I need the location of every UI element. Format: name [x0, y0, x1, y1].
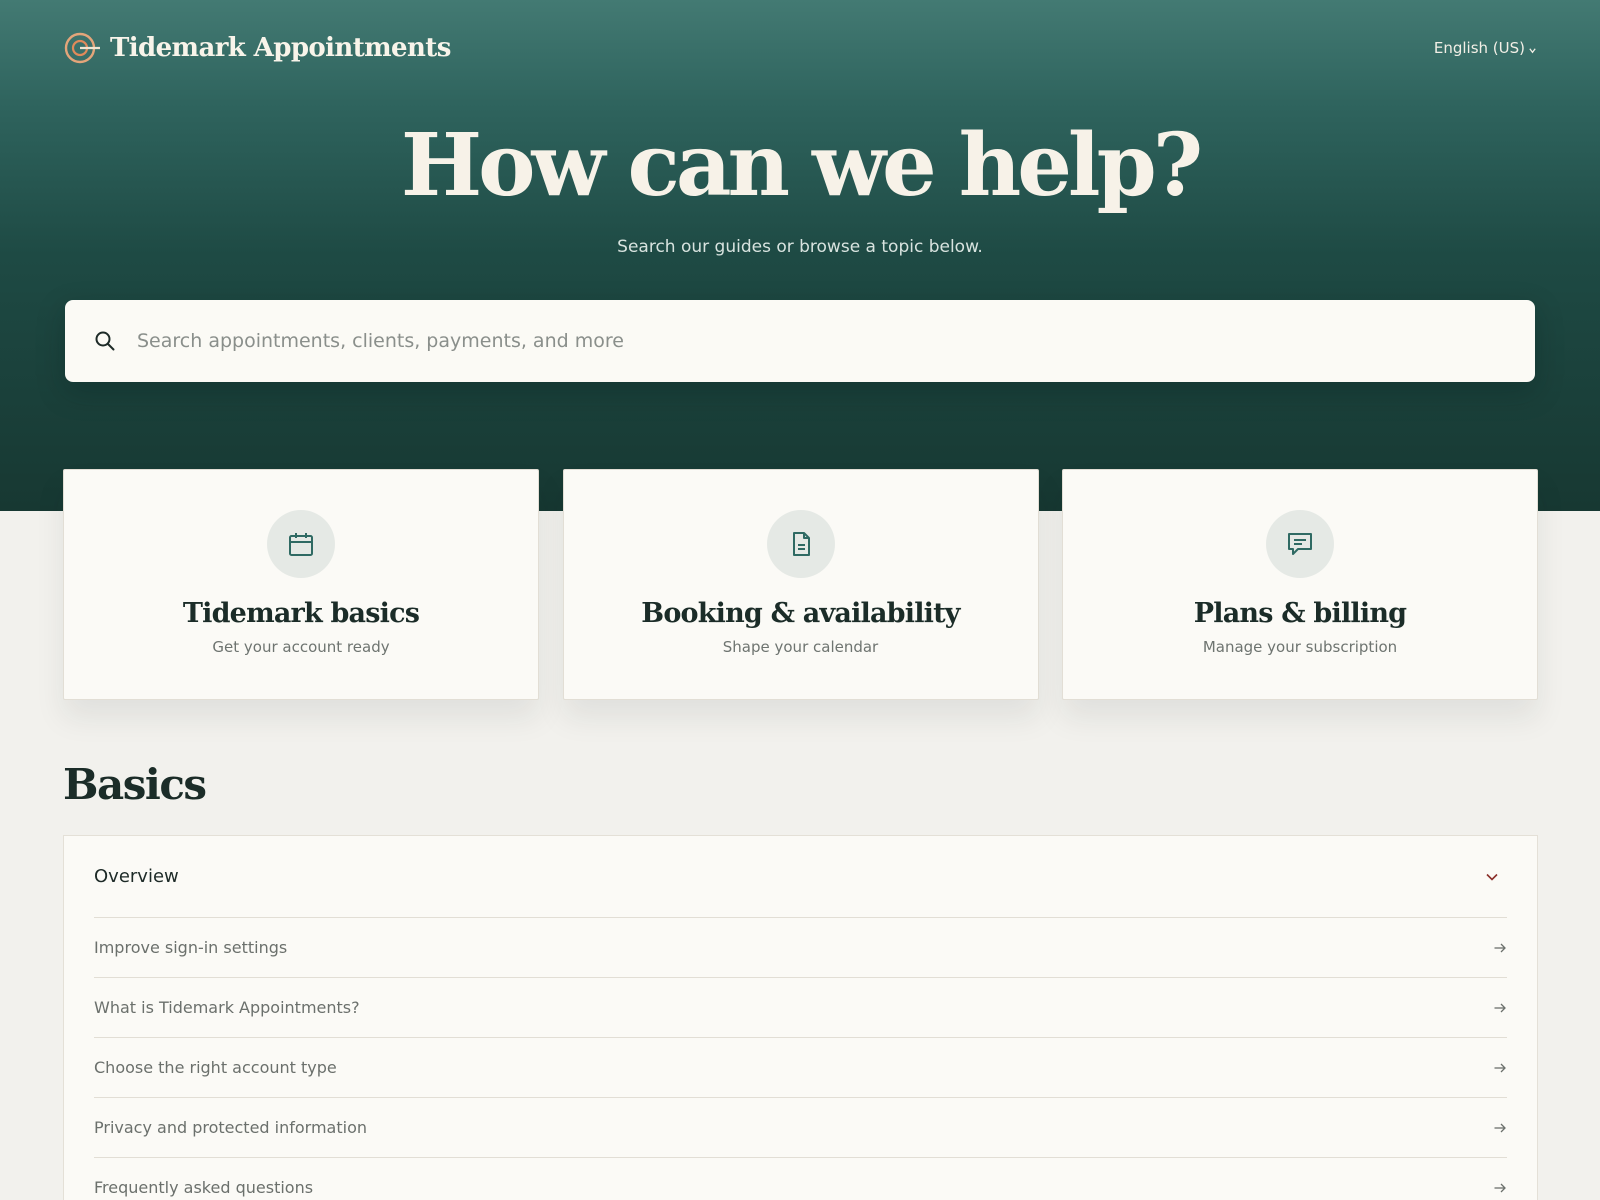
page-title: How can we help? — [400, 115, 1203, 216]
topic-card-description: Get your account ready — [212, 638, 390, 656]
chat-icon — [1288, 533, 1312, 555]
arrow-right-icon — [1494, 1003, 1506, 1012]
document-icon — [792, 532, 810, 556]
search-icon[interactable] — [93, 329, 117, 353]
search-bar — [65, 300, 1535, 382]
article-accordion: Overview Improve sign-in settings What i… — [63, 835, 1538, 1200]
search-input[interactable] — [137, 330, 1507, 352]
brand-name: Tidemark Appointments — [110, 33, 451, 63]
chevron-down-icon — [1529, 48, 1536, 54]
article-link-label: Frequently asked questions — [94, 1178, 314, 1197]
topic-card-booking[interactable]: Booking & availability Shape your calend… — [562, 469, 1039, 700]
document-icon-badge — [766, 510, 835, 578]
section-title: Basics — [63, 760, 207, 809]
topic-card-description: Manage your subscription — [1202, 638, 1398, 656]
arrow-right-icon — [1494, 943, 1506, 952]
chat-icon-badge — [1266, 510, 1334, 578]
topic-card-title: Plans & billing — [1193, 598, 1407, 629]
article-link-label: Privacy and protected information — [94, 1118, 367, 1137]
article-link-label: Improve sign-in settings — [94, 938, 288, 957]
brand-logo-icon — [64, 32, 100, 64]
topic-card-basics[interactable]: Tidemark basics Get your account ready — [63, 469, 539, 700]
calendar-icon-badge — [267, 510, 335, 578]
top-bar: Tidemark Appointments English (US) — [63, 28, 1537, 68]
article-link[interactable]: Improve sign-in settings — [94, 918, 1507, 978]
arrow-right-icon — [1494, 1183, 1506, 1192]
article-link[interactable]: Choose the right account type — [94, 1038, 1507, 1098]
accordion-header-label: Overview — [94, 866, 179, 887]
page-subtitle: Search our guides or browse a topic belo… — [617, 237, 983, 257]
article-link[interactable]: Privacy and protected information — [94, 1098, 1507, 1158]
article-link-label: What is Tidemark Appointments? — [94, 998, 360, 1017]
article-link[interactable]: Frequently asked questions — [94, 1158, 1507, 1200]
language-label: English (US) — [1433, 39, 1525, 57]
arrow-right-icon — [1494, 1123, 1506, 1132]
article-link[interactable]: What is Tidemark Appointments? — [94, 978, 1507, 1038]
calendar-icon — [289, 533, 313, 556]
topic-cards: Tidemark basics Get your account ready B… — [63, 469, 1538, 700]
article-link-label: Choose the right account type — [94, 1058, 337, 1077]
topic-card-title: Booking & availability — [641, 598, 960, 629]
arrow-right-icon — [1494, 1063, 1506, 1072]
topic-card-billing[interactable]: Plans & billing Manage your subscription — [1062, 469, 1538, 700]
language-selector[interactable]: English (US) — [1434, 39, 1537, 57]
topic-card-title: Tidemark basics — [182, 598, 420, 629]
chevron-down-icon — [1486, 873, 1498, 881]
topic-card-description: Shape your calendar — [722, 638, 879, 656]
brand-logo-link[interactable]: Tidemark Appointments — [63, 29, 451, 67]
accordion-header-overview[interactable]: Overview — [94, 836, 1507, 918]
